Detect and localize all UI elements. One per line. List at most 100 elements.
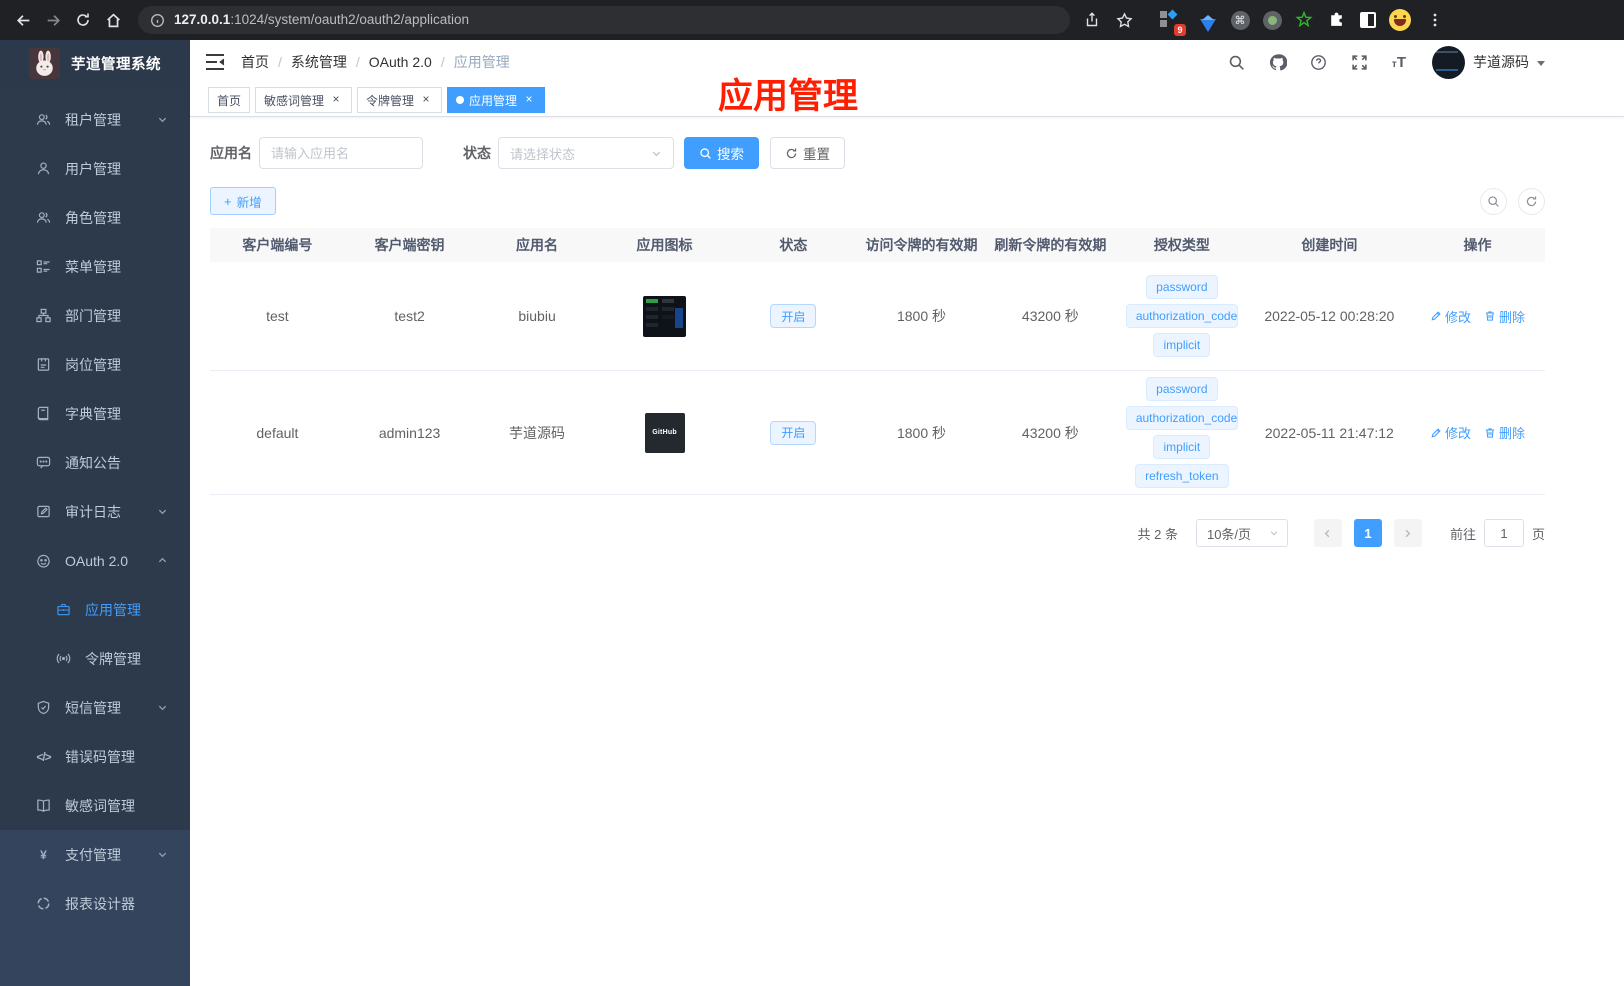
table-header-row: 客户端编号 客户端密钥 应用名 应用图标 状态 访问令牌的有效期 刷新令牌的有效… bbox=[210, 228, 1545, 262]
code-icon: </> bbox=[36, 749, 51, 764]
prev-page-button[interactable] bbox=[1313, 519, 1342, 547]
delete-button[interactable]: 删除 bbox=[1484, 423, 1525, 442]
profile-avatar-icon[interactable] bbox=[1387, 7, 1413, 33]
breadcrumb-home[interactable]: 首页 bbox=[241, 52, 269, 72]
tab-sensitive-word[interactable]: 敏感词管理 × bbox=[255, 87, 353, 113]
extension-grid-icon[interactable]: 9 bbox=[1156, 7, 1186, 36]
sidebar-item-dept[interactable]: 部门管理 bbox=[0, 291, 190, 340]
browser-menu-icon[interactable] bbox=[1422, 7, 1448, 33]
help-icon[interactable] bbox=[1310, 53, 1328, 71]
tab-token[interactable]: 令牌管理 × bbox=[357, 87, 443, 113]
edit-button[interactable]: 修改 bbox=[1430, 423, 1471, 442]
pagination: 共 2 条 10条/页 1 前往 页 bbox=[210, 519, 1545, 547]
sidebar-item-errorcode[interactable]: </> 错误码管理 bbox=[0, 732, 190, 781]
sidebar-item-tenant[interactable]: 租户管理 bbox=[0, 95, 190, 144]
puzzle-extensions-icon[interactable] bbox=[1323, 7, 1349, 33]
app-logo-bar[interactable]: 芋道管理系统 bbox=[0, 40, 190, 87]
chevron-down-icon bbox=[1269, 528, 1279, 538]
col-actions: 操作 bbox=[1463, 237, 1492, 253]
app-name-label: 应用名 bbox=[210, 145, 252, 161]
table-toolbar: + 新增 bbox=[210, 187, 1545, 215]
browser-home-button[interactable] bbox=[98, 5, 128, 35]
edit-button[interactable]: 修改 bbox=[1430, 307, 1471, 326]
github-icon[interactable] bbox=[1269, 53, 1287, 71]
chevron-down-icon bbox=[157, 114, 168, 125]
delete-button[interactable]: 删除 bbox=[1484, 307, 1525, 326]
close-icon[interactable]: × bbox=[329, 93, 343, 107]
sidebar-item-audit-log[interactable]: 审计日志 bbox=[0, 487, 190, 536]
add-button[interactable]: + 新增 bbox=[210, 187, 276, 215]
breadcrumb-system[interactable]: 系统管理 bbox=[291, 52, 347, 72]
sidebar: 芋道管理系统 租户管理 用户管理 角色管理 菜单管理 部门管理 岗位管理 字典管… bbox=[0, 40, 190, 986]
search-button[interactable]: 搜索 bbox=[684, 137, 759, 169]
sidebar-item-notice[interactable]: 通知公告 bbox=[0, 438, 190, 487]
sidebar-item-role[interactable]: 角色管理 bbox=[0, 193, 190, 242]
cell-client-id: default bbox=[256, 424, 299, 441]
sidebar-item-post[interactable]: 岗位管理 bbox=[0, 340, 190, 389]
sidebar-item-oauth-token[interactable]: 令牌管理 bbox=[0, 634, 190, 683]
roles-users-icon bbox=[36, 210, 51, 225]
col-app-icon: 应用图标 bbox=[636, 237, 693, 253]
open-book-icon bbox=[36, 798, 51, 813]
page-number-current[interactable]: 1 bbox=[1353, 519, 1382, 547]
sidebar-item-report-designer[interactable]: 报表设计器 bbox=[0, 879, 190, 928]
close-icon[interactable]: × bbox=[522, 93, 536, 107]
split-screen-extension-icon[interactable] bbox=[1355, 7, 1381, 33]
sidebar-item-dict[interactable]: 字典管理 bbox=[0, 389, 190, 438]
grant-type-tag: authorization_code bbox=[1125, 406, 1238, 430]
cell-app-icon: GitHub bbox=[600, 412, 729, 453]
sidebar-item-sms[interactable]: 短信管理 bbox=[0, 683, 190, 732]
fullscreen-icon[interactable] bbox=[1351, 53, 1369, 71]
table-row: default admin123 芋道源码 GitHub 开启 1800 秒 4… bbox=[210, 371, 1545, 495]
font-size-icon[interactable]: тT bbox=[1392, 54, 1406, 71]
col-grant-types: 授权类型 bbox=[1153, 237, 1210, 253]
user-icon bbox=[36, 161, 51, 176]
tab-application[interactable]: 应用管理 × bbox=[447, 87, 546, 113]
cell-status: 开启 bbox=[729, 420, 857, 445]
site-info-icon[interactable] bbox=[150, 13, 165, 28]
goto-page-input[interactable] bbox=[1483, 519, 1524, 547]
breadcrumb-separator: / bbox=[355, 54, 360, 70]
top-navbar: 首页 / 系统管理 / OAuth 2.0 / 应用管理 тT 芋道源码 bbox=[190, 40, 1624, 84]
browser-reload-button[interactable] bbox=[68, 5, 98, 35]
user-menu[interactable]: 芋道源码 bbox=[1432, 45, 1545, 79]
search-icon[interactable] bbox=[1228, 53, 1246, 71]
command-extension-icon[interactable]: ⌘ bbox=[1227, 7, 1253, 33]
sidebar-item-user[interactable]: 用户管理 bbox=[0, 144, 190, 193]
collapse-sidebar-icon[interactable] bbox=[205, 53, 225, 71]
browser-forward-button[interactable] bbox=[38, 5, 68, 35]
status-badge: 开启 bbox=[770, 304, 817, 328]
sidebar-item-oauth-application[interactable]: 应用管理 bbox=[0, 585, 190, 634]
yen-icon: ¥ bbox=[40, 847, 47, 862]
close-icon[interactable]: × bbox=[419, 93, 433, 107]
share-icon[interactable] bbox=[1079, 7, 1105, 33]
col-refresh-ttl: 刷新令牌的有效期 bbox=[994, 237, 1107, 253]
search-form: 应用名 状态 请选择状态 搜索 重置 bbox=[210, 137, 1545, 169]
status-select[interactable]: 请选择状态 bbox=[498, 137, 674, 169]
next-page-button[interactable] bbox=[1393, 519, 1422, 547]
record-extension-icon[interactable] bbox=[1259, 7, 1285, 33]
gem-extension-icon[interactable] bbox=[1195, 7, 1221, 33]
col-secret: 客户端密钥 bbox=[374, 237, 445, 253]
sidebar-item-menu[interactable]: 菜单管理 bbox=[0, 242, 190, 291]
app-name-input[interactable] bbox=[259, 137, 423, 169]
toggle-search-button[interactable] bbox=[1480, 187, 1507, 215]
page-size-select[interactable]: 10条/页 bbox=[1195, 519, 1288, 547]
grant-type-tag: implicit bbox=[1153, 435, 1211, 459]
status-badge: 开启 bbox=[770, 420, 817, 445]
cell-grant-types: password authorization_code implicit bbox=[1115, 273, 1249, 360]
sidebar-item-pay[interactable]: ¥ 支付管理 bbox=[0, 830, 190, 879]
address-bar[interactable]: 127.0.0.1:1024/system/oauth2/oauth2/appl… bbox=[138, 6, 1070, 34]
grant-type-tag: refresh_token bbox=[1135, 464, 1229, 488]
sidebar-item-sensitive-word[interactable]: 敏感词管理 bbox=[0, 781, 190, 830]
reset-button[interactable]: 重置 bbox=[770, 137, 845, 169]
sidebar-item-oauth2[interactable]: OAuth 2.0 bbox=[0, 536, 190, 585]
tab-home[interactable]: 首页 bbox=[208, 87, 251, 113]
browser-back-button[interactable] bbox=[8, 5, 38, 35]
cell-access-ttl: 1800 秒 bbox=[896, 308, 947, 324]
breadcrumb-oauth[interactable]: OAuth 2.0 bbox=[369, 54, 432, 70]
refresh-button[interactable] bbox=[1518, 187, 1545, 215]
bookmark-star-icon[interactable] bbox=[1111, 7, 1137, 33]
green-star-extension-icon[interactable] bbox=[1291, 7, 1317, 33]
grant-type-tag: authorization_code bbox=[1125, 304, 1238, 328]
